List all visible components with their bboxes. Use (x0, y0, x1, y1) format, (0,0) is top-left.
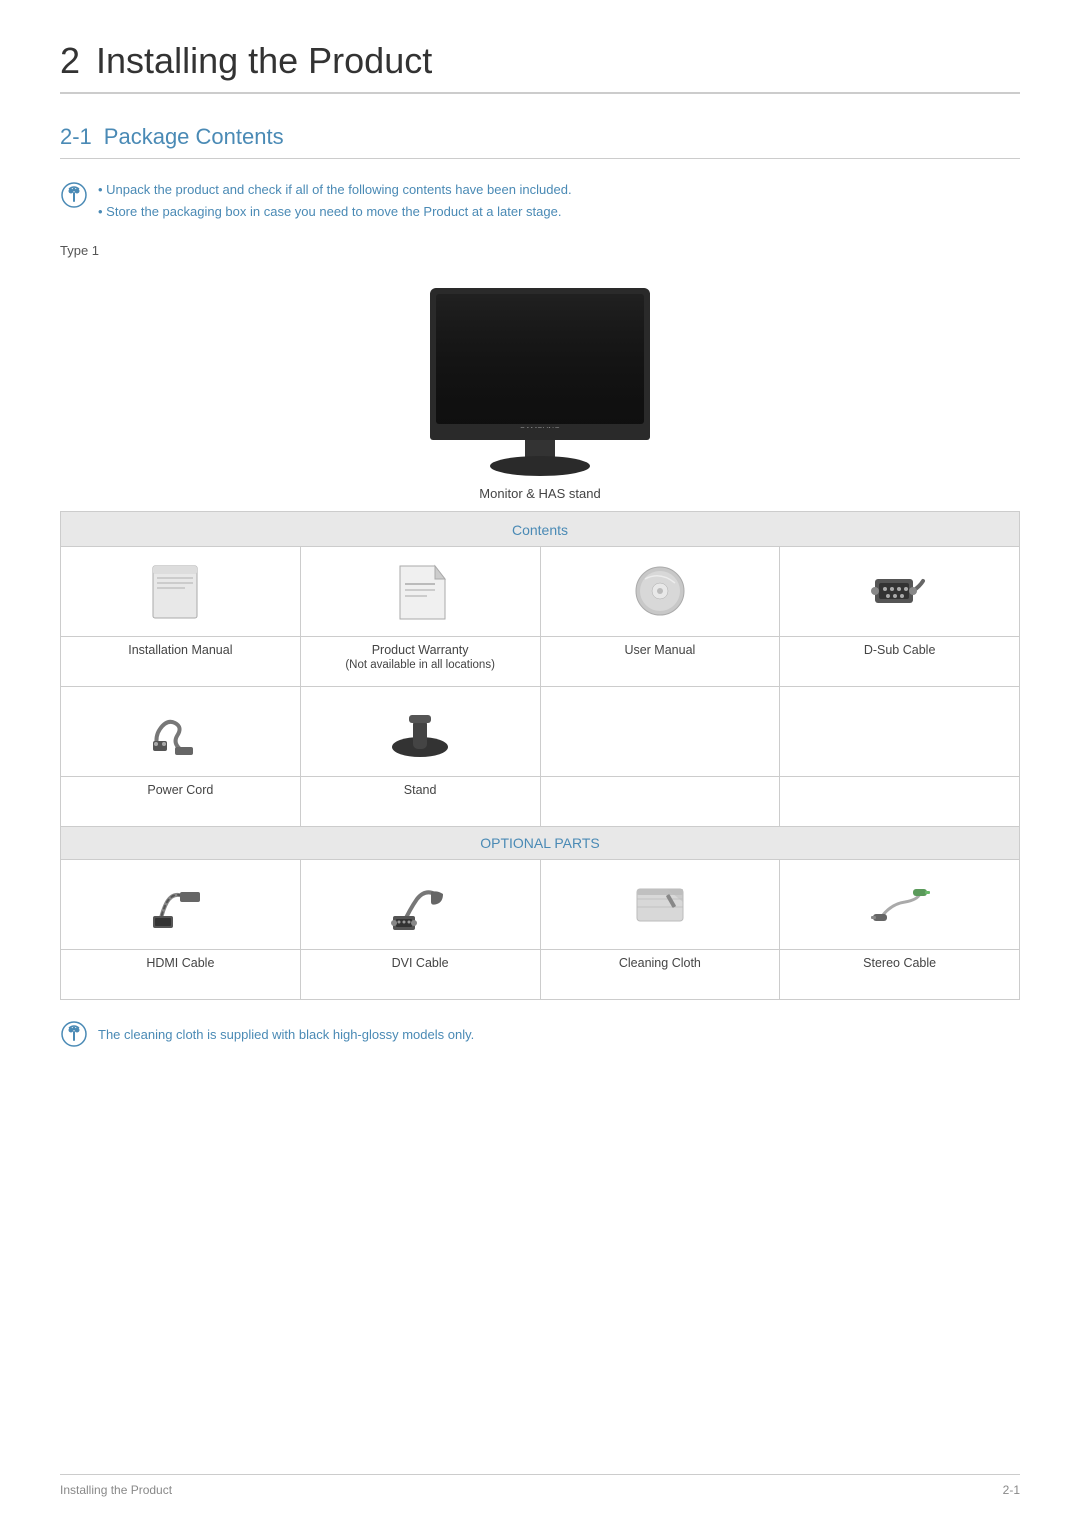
optional-icons-row (61, 860, 1020, 950)
hdmi-cable-icon (145, 874, 215, 934)
stand-icon (385, 701, 455, 761)
contents-icons-row-1 (61, 547, 1020, 637)
empty-icon-cell-2 (780, 687, 1020, 777)
monitor-section: SAMSUNG Monitor & HAS stand (60, 278, 1020, 501)
power-cord-icon (145, 701, 215, 761)
chapter-number: 2 (60, 40, 80, 81)
user-manual-label: User Manual (540, 637, 780, 687)
contents-labels-row-1: Installation Manual Product Warranty(Not… (61, 637, 1020, 687)
footer-right: 2-1 (1003, 1483, 1020, 1497)
section-header: 2-1 Package Contents (60, 124, 1020, 159)
dsub-cable-icon (865, 561, 935, 621)
stereo-cable-label: Stereo Cable (780, 950, 1020, 1000)
product-warranty-icon-cell (300, 547, 540, 637)
dvi-cable-icon-cell (300, 860, 540, 950)
user-manual-icon (625, 561, 695, 621)
optional-header-cell: OPTIONAL PARTS (61, 827, 1020, 860)
section-title: Package Contents (104, 124, 284, 149)
notice-icon-bottom (60, 1020, 88, 1048)
optional-header-row: OPTIONAL PARTS (61, 827, 1020, 860)
empty-label-2 (780, 777, 1020, 827)
installation-manual-icon-cell (61, 547, 301, 637)
installation-manual-icon (145, 561, 215, 621)
type-label: Type 1 (60, 243, 1020, 258)
bottom-notice: The cleaning cloth is supplied with blac… (60, 1020, 1020, 1048)
page-footer: Installing the Product 2-1 (60, 1474, 1020, 1497)
stand-label: Stand (300, 777, 540, 827)
dvi-cable-label: DVI Cable (300, 950, 540, 1000)
notice-icon-top (60, 181, 88, 209)
contents-icons-row-2 (61, 687, 1020, 777)
product-warranty-icon (385, 561, 455, 621)
dsub-cable-label: D-Sub Cable (780, 637, 1020, 687)
empty-label-1 (540, 777, 780, 827)
product-warranty-label: Product Warranty(Not available in all lo… (300, 637, 540, 687)
optional-labels-row: HDMI Cable DVI Cable Cleaning Cloth Ster… (61, 950, 1020, 1000)
contents-header-cell: Contents (61, 512, 1020, 547)
cleaning-cloth-label: Cleaning Cloth (540, 950, 780, 1000)
cleaning-cloth-icon (625, 874, 695, 934)
monitor-label: Monitor & HAS stand (479, 486, 600, 501)
hdmi-cable-label: HDMI Cable (61, 950, 301, 1000)
notice-block-top: • Unpack the product and check if all of… (60, 179, 1020, 223)
stand-icon-cell (300, 687, 540, 777)
hdmi-cable-icon-cell (61, 860, 301, 950)
user-manual-icon-cell (540, 547, 780, 637)
stereo-cable-icon-cell (780, 860, 1020, 950)
footer-left: Installing the Product (60, 1483, 172, 1497)
cleaning-cloth-icon-cell (540, 860, 780, 950)
bottom-notice-text: The cleaning cloth is supplied with blac… (98, 1027, 474, 1042)
dsub-cable-icon-cell (780, 547, 1020, 637)
power-cord-icon-cell (61, 687, 301, 777)
power-cord-label: Power Cord (61, 777, 301, 827)
empty-icon-cell-1 (540, 687, 780, 777)
contents-header-row: Contents (61, 512, 1020, 547)
monitor-image: SAMSUNG (400, 278, 680, 478)
contents-labels-row-2: Power Cord Stand (61, 777, 1020, 827)
installation-manual-label: Installation Manual (61, 637, 301, 687)
notice-text-top: • Unpack the product and check if all of… (98, 179, 572, 223)
stereo-cable-icon (865, 874, 935, 934)
page: 2 Installing the Product 2-1 Package Conte… (0, 0, 1080, 1527)
section-number: 2-1 (60, 124, 92, 149)
dvi-cable-icon (385, 874, 455, 934)
chapter-header: 2 Installing the Product (60, 40, 1020, 94)
chapter-title: Installing the Product (96, 40, 432, 81)
contents-table: Contents (60, 511, 1020, 1000)
